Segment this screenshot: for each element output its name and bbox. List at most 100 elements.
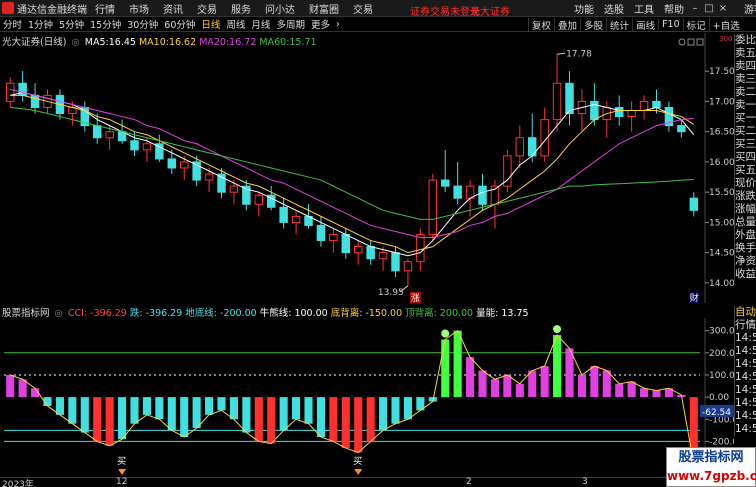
user-guest[interactable]: 游客 — [744, 1, 756, 16]
side-item-earnings: 收益 — [735, 268, 756, 280]
cci-bar — [80, 397, 89, 433]
side-item-buy1: 买一 — [735, 112, 756, 124]
maximize-icon[interactable]: □ — [702, 3, 716, 14]
cci-bar — [192, 397, 201, 429]
buy-diamond-icon — [354, 469, 363, 475]
cci-bar — [118, 397, 127, 440]
date-label: 3 — [582, 477, 588, 487]
side-item-price: 现价 — [735, 177, 756, 189]
side-item-volume: 总量 — [735, 216, 756, 228]
tick-auto[interactable]: 自动 — [735, 306, 756, 319]
cci-bar — [180, 397, 189, 437]
menu-item-service[interactable]: 服务 — [231, 1, 251, 16]
period-60min[interactable]: 60分钟 — [161, 17, 198, 31]
kline-chart[interactable]: 17.50 17.00 16.50 16.00 15.50 15.00 14.50 14.00… — [0, 33, 734, 303]
menu-item-market[interactable]: 市场 — [129, 1, 149, 16]
cci-bar — [229, 397, 238, 420]
chart-zoom-icon — [678, 38, 686, 46]
period-fenshi[interactable]: 分时 — [0, 17, 25, 31]
cci-bar — [142, 397, 151, 415]
cci-bar — [304, 397, 313, 424]
period-5min[interactable]: 5分钟 — [56, 17, 87, 31]
draw-line-button[interactable]: 画线 — [632, 17, 658, 32]
menu-right-group: 功能 选股 工具 帮助 – □ × 游客 — [574, 0, 756, 17]
close-icon[interactable]: × — [716, 3, 730, 14]
menu-item-tools[interactable]: 工具 — [634, 1, 654, 16]
menu-item-trade[interactable]: 交易 — [197, 1, 217, 16]
tick-hangqing[interactable]: 行情 — [735, 319, 756, 332]
tick-time: 14:50 — [735, 423, 756, 435]
cci-bar — [329, 397, 338, 442]
fuquan-button[interactable]: 复权 — [528, 17, 554, 32]
cci-bar — [254, 397, 263, 442]
mark-button[interactable]: 标记 — [682, 17, 709, 32]
menu-item-wenxiaoda[interactable]: 问小达 — [265, 1, 295, 16]
price-tick-label: 15.00 — [709, 218, 734, 228]
period-multi[interactable]: 多周期 — [273, 17, 308, 31]
order-book-panel: 委比 卖五 卖四 卖三 卖二 卖一 买一 买二 买三 买四 买五 现价 涨跌 涨… — [734, 34, 756, 281]
candle-body — [142, 143, 152, 151]
price-tick-label: 16.50 — [709, 128, 734, 138]
date-label: 2 — [466, 477, 472, 487]
side-item-turnover: 换手 — [735, 242, 756, 254]
cci-bar — [466, 357, 475, 398]
cci-bar — [292, 397, 301, 420]
period-weekly[interactable]: 周线 — [223, 17, 248, 31]
cci-bar — [316, 397, 325, 437]
candle-body — [378, 252, 388, 260]
side-item-sell5: 卖五 — [735, 47, 756, 59]
period-monthly[interactable]: 月线 — [248, 17, 273, 31]
cci-indicator-chart[interactable]: 300.0200.0100.00.00-100.0-200.0买买-62.54 — [0, 318, 734, 476]
overlay-button[interactable]: 叠加 — [554, 17, 580, 32]
f10-button[interactable]: F10 — [658, 19, 683, 30]
menu-item-hangqing[interactable]: 行情 — [95, 1, 115, 16]
period-more[interactable]: 更多 — [308, 17, 333, 31]
menu-item-trade-2[interactable]: 交易 — [353, 1, 373, 16]
candle-body — [92, 125, 102, 139]
date-label: 2023年 — [2, 480, 34, 487]
watermark-url: www.7gpzb.com — [667, 469, 756, 483]
add-favorite-button[interactable]: +自选 — [708, 17, 743, 32]
multi-stock-button[interactable]: 多股 — [580, 17, 606, 32]
candle-body — [453, 185, 462, 199]
cci-bar — [354, 397, 363, 453]
cci-bar — [540, 366, 549, 398]
candle-body — [329, 234, 338, 242]
buy-diamond-icon — [118, 469, 127, 475]
indicator-tick-label: 300.0 — [709, 327, 734, 337]
more-chevron-icon[interactable]: › — [333, 19, 343, 30]
side-item-buy5: 买五 — [735, 164, 756, 176]
cci-bar — [267, 397, 276, 444]
price-tick-label: 14.50 — [709, 249, 734, 259]
app-title: 通达信金融终端 — [17, 4, 87, 16]
cci-bar — [615, 383, 624, 398]
candle-body — [353, 246, 363, 254]
side-item-buy4: 买四 — [735, 151, 756, 163]
menu-item-news[interactable]: 资讯 — [163, 1, 183, 16]
cci-bar — [341, 397, 350, 449]
menu-item-help[interactable]: 帮助 — [664, 1, 684, 16]
cci-bar — [640, 388, 649, 398]
tick-time: 14:50 — [735, 397, 756, 409]
cci-bar — [577, 374, 586, 398]
candle-body — [652, 100, 661, 108]
period-30min[interactable]: 30分钟 — [124, 17, 161, 31]
site-watermark: 股票指标网 www.7gpzb.com — [666, 447, 756, 487]
period-15min[interactable]: 15分钟 — [87, 17, 124, 31]
stats-button[interactable]: 统计 — [606, 17, 632, 32]
cci-bar — [93, 397, 102, 442]
candle-body — [167, 158, 177, 169]
candle-body — [105, 131, 114, 139]
cci-bar — [6, 374, 15, 398]
menu-item-function[interactable]: 功能 — [574, 1, 594, 16]
cci-bar — [515, 383, 524, 398]
period-1min[interactable]: 1分钟 — [25, 17, 56, 31]
menu-item-caifuquan[interactable]: 财富圈 — [309, 1, 339, 16]
watermark-title: 股票指标网 — [678, 450, 744, 465]
menu-item-stock-pick[interactable]: 选股 — [604, 1, 624, 16]
cci-bar — [565, 348, 574, 398]
minimize-icon[interactable]: – — [688, 3, 702, 14]
broker-name[interactable]: 光大证券 — [470, 3, 510, 18]
period-daily[interactable]: 日线 — [198, 17, 223, 31]
candle-body — [316, 224, 326, 242]
